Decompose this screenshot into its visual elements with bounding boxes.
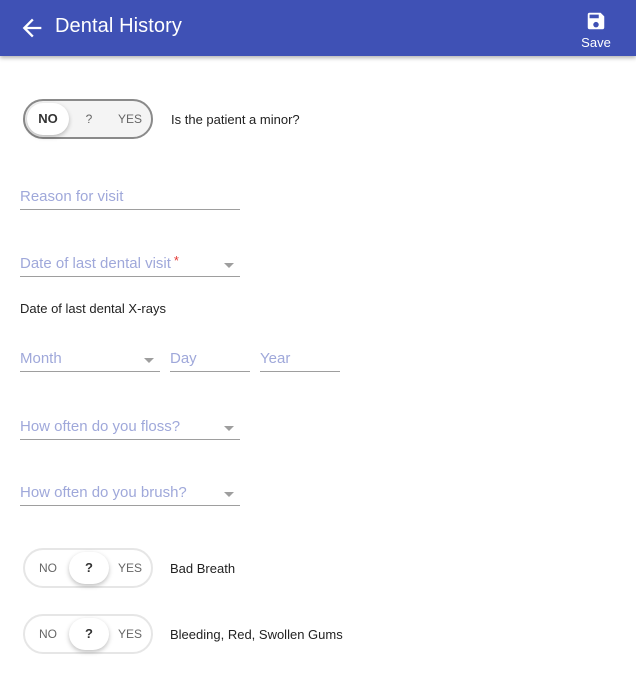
toggle-option-yes[interactable]: YES	[109, 616, 151, 652]
toggle-option-yes[interactable]: YES	[109, 550, 151, 586]
last-dental-visit-select[interactable]: Date of last dental visit *	[20, 253, 240, 277]
xray-date-label: Date of last dental X-rays	[20, 301, 166, 316]
minor-question-label: Is the patient a minor?	[171, 112, 300, 127]
save-label: Save	[581, 35, 611, 50]
xray-year-placeholder: Year	[260, 350, 291, 367]
toggle-option-no[interactable]: NO	[27, 616, 69, 652]
toggle-option-unknown[interactable]: ?	[69, 101, 109, 137]
bleeding-gums-label: Bleeding, Red, Swollen Gums	[170, 627, 343, 642]
back-button[interactable]	[18, 14, 46, 42]
chevron-down-icon	[224, 426, 234, 431]
save-button[interactable]: Save	[574, 10, 618, 50]
brush-frequency-select[interactable]: How often do you brush?	[20, 484, 240, 506]
last-dental-visit-placeholder: Date of last dental visit *	[20, 253, 179, 272]
xray-day-input[interactable]: Day	[170, 350, 250, 372]
toggle-option-unknown[interactable]: ?	[69, 552, 109, 584]
floss-frequency-placeholder: How often do you floss?	[20, 418, 181, 435]
toggle-option-no[interactable]: NO	[27, 103, 69, 135]
arrow-left-icon	[22, 18, 42, 38]
chevron-down-icon	[144, 358, 154, 363]
app-bar: Dental History Save	[0, 0, 636, 56]
reason-for-visit-placeholder: Reason for visit	[20, 188, 124, 205]
brush-frequency-placeholder: How often do you brush?	[20, 484, 187, 501]
xray-month-placeholder: Month	[20, 350, 62, 367]
bad-breath-toggle: NO ? YES	[23, 548, 153, 588]
xray-day-placeholder: Day	[170, 350, 197, 367]
toggle-option-yes[interactable]: YES	[109, 101, 151, 137]
xray-month-select[interactable]: Month	[20, 350, 160, 372]
toggle-option-unknown[interactable]: ?	[69, 618, 109, 650]
xray-year-input[interactable]: Year	[260, 350, 340, 372]
floss-frequency-select[interactable]: How often do you floss?	[20, 418, 240, 440]
page-title: Dental History	[55, 15, 182, 37]
chevron-down-icon	[224, 263, 234, 268]
bleeding-gums-toggle: NO ? YES	[23, 614, 153, 654]
bad-breath-label: Bad Breath	[170, 561, 236, 576]
chevron-down-icon	[224, 492, 234, 497]
toggle-option-no[interactable]: NO	[27, 550, 69, 586]
reason-for-visit-input[interactable]: Reason for visit	[20, 188, 240, 210]
floppy-disk-icon	[587, 12, 605, 30]
minor-toggle: NO ? YES	[23, 99, 153, 139]
required-asterisk: *	[173, 253, 179, 268]
